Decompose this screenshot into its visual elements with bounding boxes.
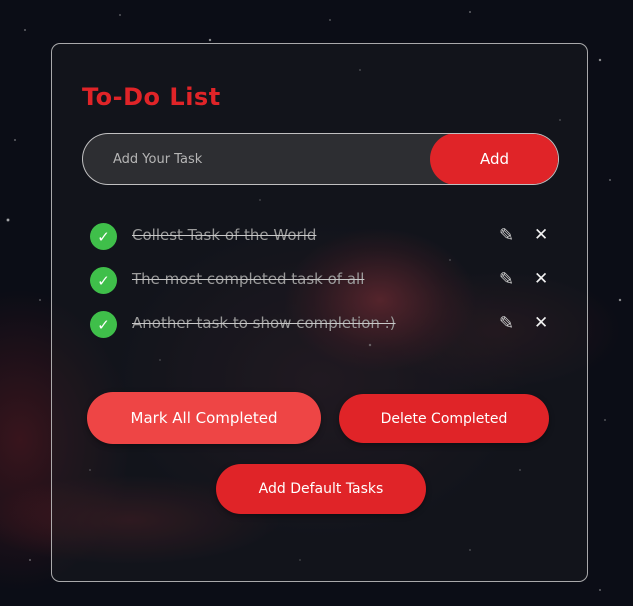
task-text[interactable]: Another task to show completion :) [132, 314, 396, 332]
task-input-row: Add [82, 133, 559, 185]
task-item: ✓ Another task to show completion :) ✎ ✕ [88, 303, 554, 347]
add-button[interactable]: Add [430, 134, 558, 184]
close-icon[interactable]: ✕ [534, 313, 548, 333]
task-input[interactable] [83, 134, 431, 184]
task-item: ✓ Collest Task of the World ✎ ✕ [88, 215, 554, 259]
add-default-tasks-button[interactable]: Add Default Tasks [216, 464, 426, 514]
delete-completed-button[interactable]: Delete Completed [339, 394, 549, 443]
mark-all-completed-button[interactable]: Mark All Completed [87, 392, 321, 444]
todo-card: To-Do List Add ✓ Collest Task of the Wor… [51, 43, 588, 582]
task-text[interactable]: Collest Task of the World [132, 226, 316, 244]
close-icon[interactable]: ✕ [534, 269, 548, 289]
page-title: To-Do List [82, 83, 221, 111]
task-item: ✓ The most completed task of all ✎ ✕ [88, 259, 554, 303]
pencil-icon[interactable]: ✎ [499, 270, 514, 290]
task-text[interactable]: The most completed task of all [132, 270, 364, 288]
checkmark-icon[interactable]: ✓ [90, 223, 117, 250]
checkmark-icon[interactable]: ✓ [90, 311, 117, 338]
checkmark-icon[interactable]: ✓ [90, 267, 117, 294]
pencil-icon[interactable]: ✎ [499, 226, 514, 246]
task-list: ✓ Collest Task of the World ✎ ✕ ✓ The mo… [88, 215, 554, 347]
close-icon[interactable]: ✕ [534, 225, 548, 245]
pencil-icon[interactable]: ✎ [499, 314, 514, 334]
